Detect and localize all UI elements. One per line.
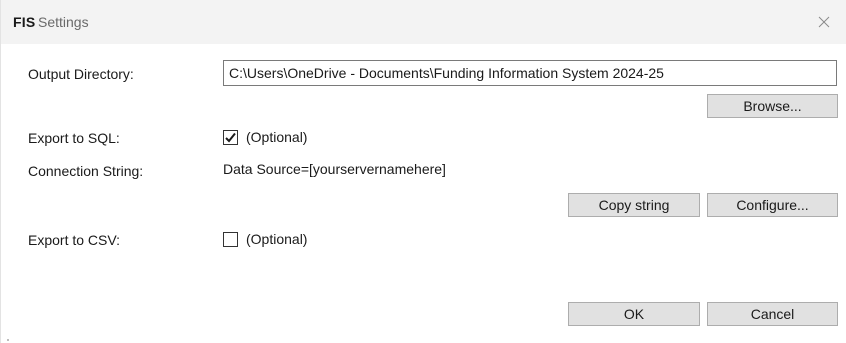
window-title: Settings <box>38 14 89 30</box>
export-csv-option: (Optional) <box>223 230 307 248</box>
export-sql-option: (Optional) <box>223 128 307 146</box>
close-icon <box>818 16 830 28</box>
resize-grip <box>7 339 9 341</box>
browse-button[interactable]: Browse... <box>707 94 838 118</box>
export-sql-label: Export to SQL: <box>28 130 120 146</box>
export-csv-option-label: (Optional) <box>246 231 308 247</box>
ok-button[interactable]: OK <box>568 302 700 326</box>
close-button[interactable] <box>801 0 846 44</box>
connection-string-label: Connection String: <box>28 163 144 179</box>
export-sql-checkbox[interactable] <box>223 129 238 145</box>
configure-button[interactable]: Configure... <box>707 193 838 217</box>
copy-string-button[interactable]: Copy string <box>568 193 700 217</box>
connection-string-value: Data Source=[yourservernamehere] <box>223 161 446 177</box>
output-directory-input[interactable] <box>223 60 837 86</box>
cancel-button[interactable]: Cancel <box>707 302 838 326</box>
export-csv-label: Export to CSV: <box>28 232 121 248</box>
export-csv-checkbox[interactable] <box>223 231 238 247</box>
export-sql-option-label: (Optional) <box>246 129 308 145</box>
settings-window: FIS Settings Output Directory: Browse...… <box>0 0 846 343</box>
output-directory-label: Output Directory: <box>28 66 134 82</box>
app-logo: FIS <box>13 14 36 30</box>
title-bar: FIS Settings <box>1 0 846 44</box>
checkmark-icon <box>225 132 236 142</box>
